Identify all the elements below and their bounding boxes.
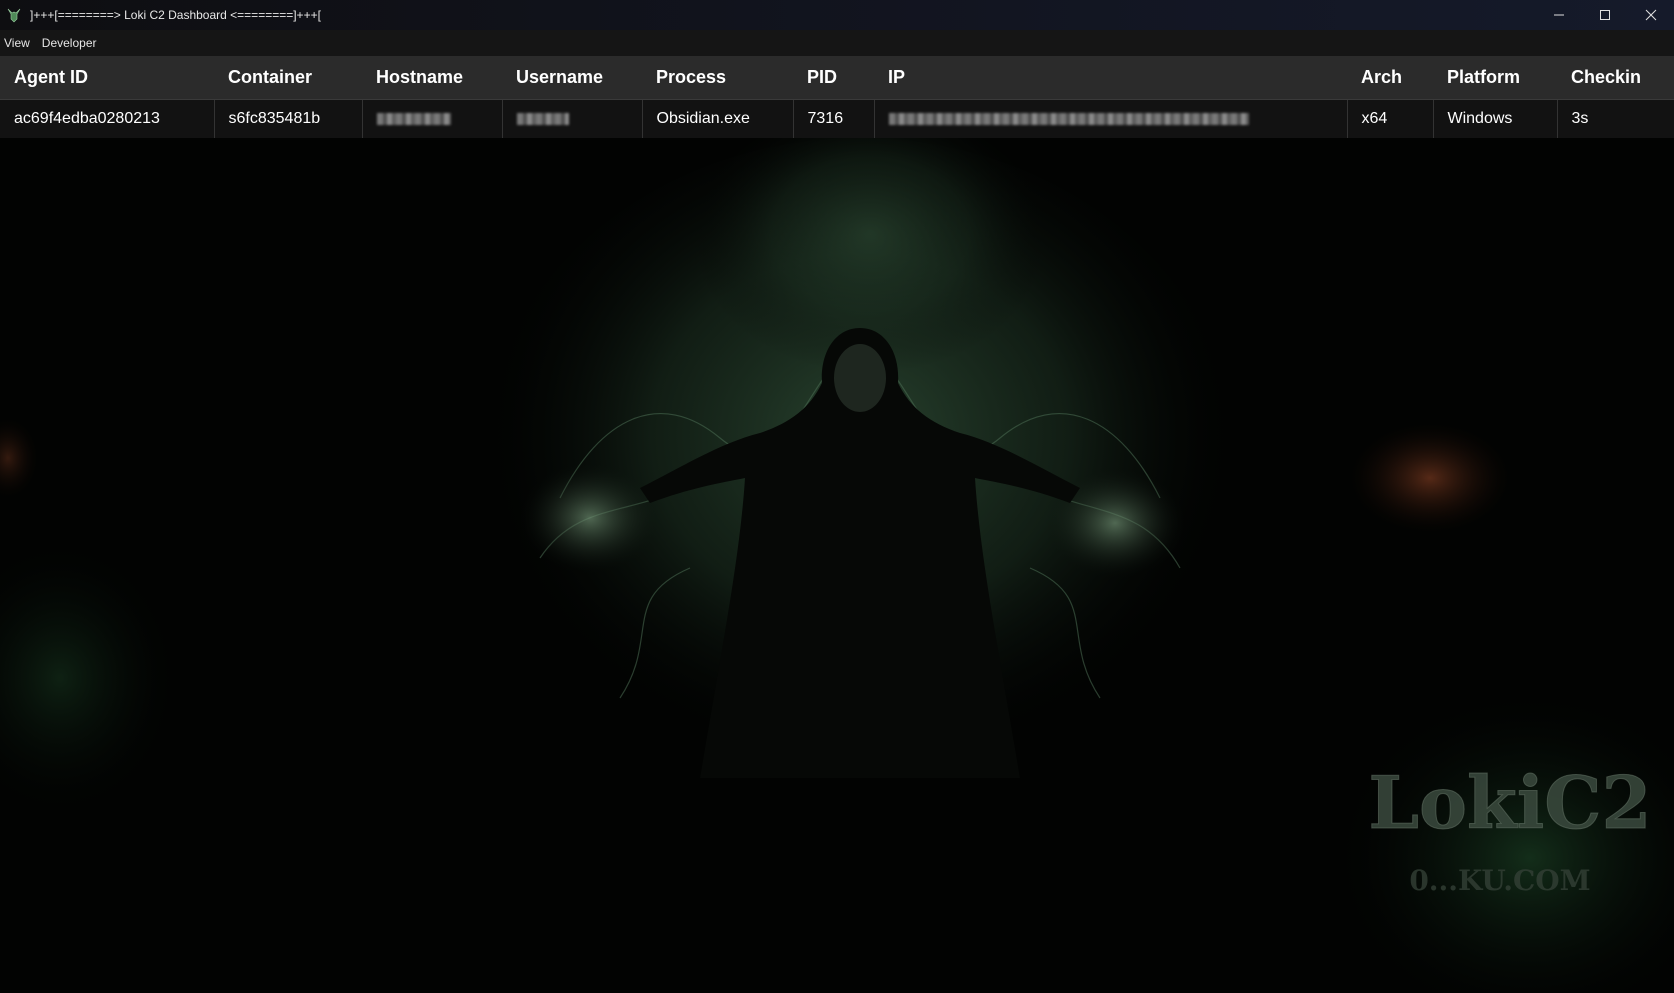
- column-header-ip[interactable]: IP: [874, 56, 1347, 100]
- cell-container[interactable]: s6fc835481b: [214, 99, 363, 140]
- column-header-process[interactable]: Process: [642, 56, 793, 100]
- column-header-checkin[interactable]: Checkin: [1557, 56, 1674, 100]
- cell-username[interactable]: [502, 99, 643, 140]
- cell-pid[interactable]: 7316: [793, 99, 875, 140]
- minimize-button[interactable]: [1536, 0, 1582, 30]
- maximize-icon: [1600, 10, 1610, 20]
- column-header-arch[interactable]: Arch: [1347, 56, 1433, 100]
- close-button[interactable]: [1628, 0, 1674, 30]
- window-title: ]+++[========> Loki C2 Dashboard <======…: [30, 8, 321, 22]
- minimize-icon: [1554, 14, 1564, 16]
- loki-c2-dashboard-window: ]+++[========> Loki C2 Dashboard <======…: [0, 0, 1674, 993]
- menu-developer[interactable]: Developer: [38, 30, 103, 56]
- loki-helmet-icon: [7, 8, 21, 23]
- background-artwork: LokiC2 0...KU.COM: [0, 138, 1674, 993]
- column-header-container[interactable]: Container: [214, 56, 362, 100]
- maximize-button[interactable]: [1582, 0, 1628, 30]
- cell-ip[interactable]: [874, 99, 1348, 140]
- window-controls: [1536, 0, 1674, 30]
- cell-process[interactable]: Obsidian.exe: [642, 99, 794, 140]
- column-header-platform[interactable]: Platform: [1433, 56, 1557, 100]
- cell-checkin[interactable]: 3s: [1557, 99, 1674, 140]
- cell-hostname[interactable]: [362, 99, 503, 140]
- table-row[interactable]: ac69f4edba0280213 s6fc835481b Obsidian.e…: [0, 99, 1674, 140]
- table-header-row: Agent ID Container Hostname Username Pro…: [0, 56, 1674, 100]
- title-bar[interactable]: ]+++[========> Loki C2 Dashboard <======…: [0, 0, 1674, 30]
- lokic2-watermark-logo: LokiC2: [1368, 760, 1651, 845]
- redacted-username: [516, 112, 569, 125]
- column-header-agent-id[interactable]: Agent ID: [0, 56, 214, 100]
- menu-view[interactable]: View: [0, 30, 36, 56]
- column-header-pid[interactable]: PID: [793, 56, 874, 100]
- watermark-site-text: 0...KU.COM: [1409, 864, 1590, 897]
- agents-table: Agent ID Container Hostname Username Pro…: [0, 56, 1674, 140]
- close-icon: [1645, 9, 1657, 21]
- redacted-ip: [888, 112, 1249, 125]
- menu-bar: View Developer: [0, 30, 1674, 56]
- redacted-hostname: [376, 112, 451, 125]
- cell-arch[interactable]: x64: [1347, 99, 1434, 140]
- loki-figure-image: LokiC2 0...KU.COM: [0, 138, 1674, 993]
- column-header-hostname[interactable]: Hostname: [362, 56, 502, 100]
- cell-platform[interactable]: Windows: [1433, 99, 1558, 140]
- cell-agent-id[interactable]: ac69f4edba0280213: [0, 99, 215, 140]
- column-header-username[interactable]: Username: [502, 56, 642, 100]
